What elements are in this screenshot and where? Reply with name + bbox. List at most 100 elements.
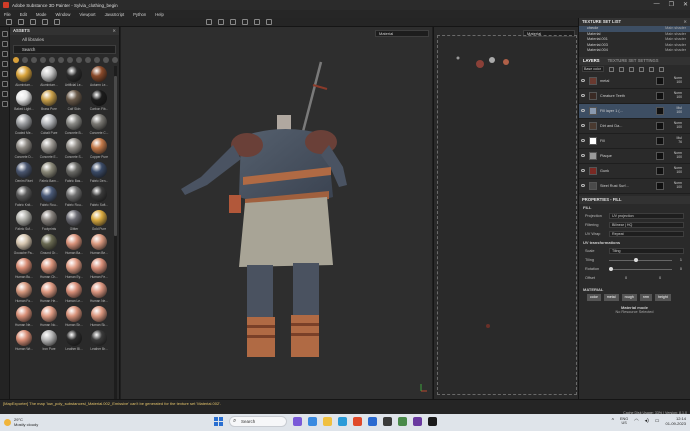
channel-color-button[interactable]: color [587,294,601,301]
material-thumbnail[interactable]: Human Bu... [13,258,35,280]
layer-mask-thumbnail[interactable] [656,76,664,85]
channel-height-button[interactable]: height [655,294,671,301]
material-thumbnail[interactable]: Fabric Soft... [88,186,110,208]
material-thumbnail[interactable]: Fabric Rou... [38,186,60,208]
layer-blend-opacity[interactable]: Norm 100 [674,121,682,130]
material-thumbnail[interactable]: Coated Me... [13,114,35,136]
layer-name[interactable]: Gunk [600,169,636,173]
layer-row[interactable]: Gunk Norm 100 [579,164,690,179]
material-thumbnail[interactable]: Human Ey... [63,258,85,280]
generators-filter-icon[interactable] [67,57,73,63]
brushes-filter-icon[interactable] [31,57,37,63]
material-thumbnail[interactable]: Artificial Le... [63,66,85,88]
uv-transformations-title[interactable]: UV transformations [579,239,690,247]
task-view-icon[interactable] [293,417,302,426]
layer-opacity[interactable]: 100 [674,80,682,85]
layer-row[interactable]: Fill Mul 76 [579,134,690,149]
app-icon[interactable] [398,417,407,426]
shader-settings-icon[interactable] [242,19,248,25]
material-thumbnail[interactable]: Fabric Den... [88,162,110,184]
material-thumbnail[interactable]: Fabric Suf... [13,210,35,232]
textures-filter-icon[interactable] [49,57,55,63]
add-layer-icon[interactable] [639,66,644,72]
assets-scroll-thumb[interactable] [114,76,117,236]
smudge-tool-icon[interactable] [2,71,8,77]
layer-blend-opacity[interactable]: Mul 76 [677,136,682,145]
layer-row[interactable]: Plaque Norm 100 [579,149,690,164]
display-settings-icon[interactable] [230,19,236,25]
layers-toggle-icon[interactable] [30,19,36,25]
volume-icon[interactable]: ◂) [645,418,649,424]
tiling-slider-knob[interactable] [634,257,639,262]
maximize-button[interactable]: ❐ [669,1,674,8]
settings-icon[interactable] [383,417,392,426]
offset-y-value[interactable]: 0 [643,276,677,280]
layer-mask-thumbnail[interactable] [656,166,664,175]
material-thumbnail[interactable]: Brass Pure [38,90,60,112]
wifi-icon[interactable]: ◠ [634,418,638,424]
layer-blend-opacity[interactable]: Mul 100 [676,106,682,115]
tab-texture-set-settings[interactable]: TEXTURE SET SETTINGS [604,57,663,65]
material-thumbnail[interactable]: Copper Pure [88,138,110,160]
material-thumbnail[interactable]: Denim Rivet [13,162,35,184]
uv-wrap-select[interactable]: Repeat [609,231,684,237]
filters-filter-icon[interactable] [58,57,64,63]
store-icon[interactable] [368,417,377,426]
materials-filter-icon[interactable] [13,57,19,63]
paint-tool-icon[interactable] [2,31,8,37]
minimize-button[interactable]: — [654,1,660,8]
app-icon[interactable] [413,417,422,426]
layer-row[interactable]: Creature Teeth Norm 100 [579,89,690,104]
visibility-eye-icon[interactable] [581,124,585,127]
material-thumbnail[interactable]: Human Ne... [88,282,110,304]
rotation-slider-knob[interactable] [609,266,613,271]
filtering-select[interactable]: Bilinear | HQ [609,222,684,228]
menu-file[interactable]: File [4,12,11,17]
channel-rough-button[interactable]: rough [621,294,637,301]
polygon-fill-icon[interactable] [2,61,8,67]
alphas-filter-icon[interactable] [40,57,46,63]
tiling-value[interactable]: 1 [680,258,682,262]
layer-name[interactable]: Dirt and Da... [600,124,636,128]
screenshot-icon[interactable] [266,19,272,25]
visibility-eye-icon[interactable] [581,154,585,157]
layer-mask-thumbnail[interactable] [656,136,664,145]
close-button[interactable]: ✕ [683,1,688,8]
material-thumbnail[interactable]: Fabric Rou... [63,186,85,208]
layer-row[interactable]: Steel Rust Surf... Norm 100 [579,179,690,194]
menu-edit[interactable]: Edit [20,12,27,17]
history-icon[interactable] [54,19,60,25]
material-thumbnail[interactable]: Aluminium... [13,66,35,88]
symmetry-icon[interactable] [6,19,12,25]
rotation-slider[interactable] [609,266,672,271]
eraser-tool-icon[interactable] [2,41,8,47]
assets-scrollbar[interactable] [114,66,117,406]
material-thumbnail[interactable]: Concrete D... [13,138,35,160]
channel-metal-button[interactable]: metal [603,294,619,301]
visibility-eye-icon[interactable] [581,139,585,142]
material-thumbnail[interactable]: Gold Pure [88,210,110,232]
weather-widget[interactable]: 29°C Mostly cloudy [4,417,38,427]
layer-name[interactable]: Fill layer 1 (... [600,109,636,113]
file-explorer-icon[interactable] [323,417,332,426]
material-thumbnail[interactable]: Gouache Pa... [13,234,35,256]
layer-mask-thumbnail[interactable] [656,106,664,115]
menu-python[interactable]: Python [133,12,146,17]
layer-name[interactable]: Plaque [600,154,636,158]
viewport-2d[interactable]: Material [433,27,578,399]
material-thumbnail[interactable]: Human Be... [88,234,110,256]
material-thumbnail[interactable]: Ground Gr... [38,234,60,256]
material-thumbnail[interactable]: Calf Skin [63,90,85,112]
material-thumbnail[interactable]: Cobalt Pure [38,114,60,136]
layer-mask-thumbnail[interactable] [656,91,664,100]
layer-blend-opacity[interactable]: Norm 100 [674,166,682,175]
material-thumbnail[interactable]: Concrete C... [88,114,110,136]
menu-viewport[interactable]: Viewport [79,12,95,17]
material-thumbnail[interactable]: Leather Bl... [63,330,85,352]
scale-select[interactable]: Tiling [609,248,684,254]
resource-label[interactable]: No Resource Selected [579,310,690,314]
taskbar-search-input[interactable]: Search [229,416,287,427]
close-icon[interactable]: ✕ [112,27,116,35]
layer-blend-opacity[interactable]: Norm 100 [674,91,682,100]
chrome-icon[interactable] [353,417,362,426]
